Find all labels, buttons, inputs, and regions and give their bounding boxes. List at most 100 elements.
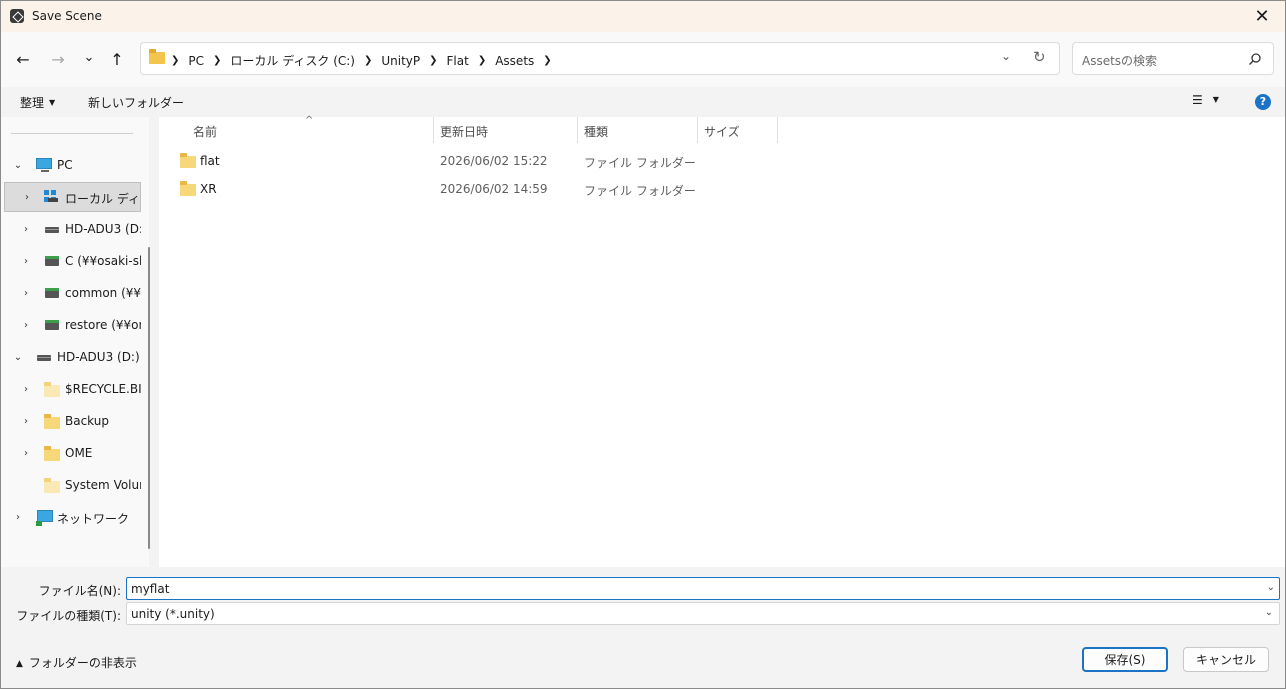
up-button[interactable]: ↑ — [106, 48, 128, 70]
file-list: ^ 名前 更新日時 種類 サイズ flat 2026/06/02 15:22 フ… — [159, 115, 1285, 567]
chevron-right-icon[interactable]: › — [21, 448, 31, 459]
tree-item-hd-adu3[interactable]: › HD-ADU3 (D:) — [1, 214, 141, 244]
tree-item-c-network[interactable]: › C (¥¥osaki-sho — [1, 246, 141, 276]
help-icon[interactable]: ? — [1255, 94, 1271, 110]
tree-item-local-disk[interactable]: › ローカル ディスク — [4, 182, 141, 212]
column-divider[interactable] — [577, 117, 578, 143]
column-header-type[interactable]: 種類 — [584, 123, 608, 140]
network-drive-icon — [45, 320, 59, 330]
breadcrumb-separator-icon[interactable]: ❯ — [213, 55, 221, 66]
file-row[interactable]: XR 2026/06/02 14:59 ファイル フォルダー — [159, 175, 779, 203]
column-divider[interactable] — [697, 117, 698, 143]
tree-item-label: OME — [65, 446, 93, 460]
refresh-icon[interactable]: ↻ — [1033, 48, 1046, 66]
file-row[interactable]: flat 2026/06/02 15:22 ファイル フォルダー — [159, 147, 779, 175]
chevron-down-icon[interactable]: ⌄ — [13, 352, 23, 363]
file-date: 2026/06/02 14:59 — [440, 182, 548, 196]
sort-ascending-icon: ^ — [305, 115, 314, 126]
chevron-right-icon[interactable]: › — [22, 192, 32, 203]
caret-down-icon: ▼ — [49, 98, 56, 107]
hide-folders-label: フォルダーの非表示 — [28, 656, 137, 670]
chevron-down-icon[interactable]: ⌄ — [13, 160, 23, 171]
breadcrumb-separator-icon[interactable]: ❯ — [364, 55, 372, 66]
tree-item-label: C (¥¥osaki-sho — [65, 254, 141, 268]
file-name: XR — [200, 182, 217, 196]
breadcrumb-flat[interactable]: Flat — [447, 54, 469, 68]
chevron-right-icon[interactable]: › — [21, 384, 31, 395]
column-divider[interactable] — [433, 117, 434, 143]
hide-folders-toggle[interactable]: ▲ フォルダーの非表示 — [16, 654, 137, 671]
chevron-right-icon[interactable]: › — [13, 512, 23, 523]
search-icon[interactable] — [1248, 52, 1262, 66]
caret-up-icon: ▲ — [16, 659, 23, 669]
divider — [11, 133, 133, 134]
filetype-select[interactable]: unity (*.unity) ⌄ — [126, 602, 1280, 625]
tree-item-ome[interactable]: › OME — [1, 438, 141, 468]
folder-icon — [44, 382, 60, 397]
forward-button[interactable]: → — [47, 48, 69, 70]
tree-item-hd-adu3-expanded[interactable]: ⌄ HD-ADU3 (D:) — [1, 342, 141, 372]
window-title: Save Scene — [32, 9, 102, 23]
column-divider[interactable] — [777, 117, 778, 143]
filetype-value: unity (*.unity) — [131, 607, 215, 621]
tree-item-label: restore (¥¥ona — [65, 318, 141, 332]
column-header-date[interactable]: 更新日時 — [440, 123, 488, 140]
breadcrumb-local-disk[interactable]: ローカル ディスク (C:) — [230, 52, 355, 69]
file-date: 2026/06/02 15:22 — [440, 154, 548, 168]
filename-input[interactable] — [126, 577, 1280, 600]
breadcrumb-separator-icon[interactable]: ❯ — [543, 55, 551, 66]
breadcrumb: ❯ PC ❯ ローカル ディスク (C:) ❯ UnityP ❯ Flat ❯ … — [171, 52, 561, 69]
organize-button[interactable]: 整理 ▼ — [20, 94, 55, 111]
breadcrumb-separator-icon[interactable]: ❯ — [478, 55, 486, 66]
tree-item-system-volume[interactable]: System Volume — [1, 470, 141, 500]
folder-icon — [149, 49, 165, 64]
view-options-button[interactable]: ☰ ▼ — [1192, 93, 1219, 107]
breadcrumb-separator-icon[interactable]: ❯ — [171, 55, 179, 66]
back-button[interactable]: ← — [12, 48, 34, 70]
chevron-right-icon[interactable]: › — [21, 416, 31, 427]
folder-icon — [44, 478, 60, 493]
tree-item-label: HD-ADU3 (D:) — [57, 350, 140, 364]
breadcrumb-separator-icon[interactable]: ❯ — [429, 55, 437, 66]
breadcrumb-assets[interactable]: Assets — [495, 54, 534, 68]
tree-item-label: PC — [57, 158, 73, 172]
search-input[interactable]: Assetsの検索 — [1072, 42, 1274, 75]
navigation-pane: ⌄ PC › ローカル ディスク › HD-ADU3 (D:) › C (¥¥o… — [1, 117, 149, 567]
address-bar[interactable]: ❯ PC ❯ ローカル ディスク (C:) ❯ UnityP ❯ Flat ❯ … — [140, 42, 1060, 75]
tree-item-label: common (¥¥on — [65, 286, 141, 300]
address-history-dropdown[interactable]: ⌄ — [1001, 49, 1011, 63]
chevron-right-icon[interactable]: › — [21, 224, 31, 235]
new-folder-button[interactable]: 新しいフォルダー — [88, 94, 184, 111]
save-scene-dialog: Save Scene ✕ ← → ⌄ ↑ ❯ PC ❯ ローカル ディスク (C… — [0, 0, 1286, 689]
breadcrumb-pc[interactable]: PC — [188, 54, 204, 68]
chevron-right-icon[interactable]: › — [21, 288, 31, 299]
column-header-size[interactable]: サイズ — [704, 123, 740, 140]
navpane-scrollbar[interactable] — [148, 247, 150, 549]
chevron-right-icon[interactable]: › — [21, 320, 31, 331]
tree-item-network[interactable]: › ネットワーク — [1, 502, 141, 532]
save-button[interactable]: 保存(S) — [1082, 647, 1168, 672]
recent-locations-button[interactable]: ⌄ — [78, 46, 100, 68]
tree-item-label: ネットワーク — [57, 512, 130, 526]
close-button[interactable]: ✕ — [1239, 1, 1285, 32]
tree-item-common[interactable]: › common (¥¥on — [1, 278, 141, 308]
chevron-down-icon: ⌄ — [1264, 607, 1273, 618]
file-name: flat — [200, 154, 220, 168]
list-view-icon: ☰ — [1192, 93, 1203, 107]
tree-item-backup[interactable]: › Backup — [1, 406, 141, 436]
tree-item-recycle-bin[interactable]: › $RECYCLE.BIN — [1, 374, 141, 404]
tree-item-restore[interactable]: › restore (¥¥ona — [1, 310, 141, 340]
tree-item-label: System Volume — [65, 478, 141, 492]
save-fields: ファイル名(N): ⌄ ファイルの種類(T): unity (*.unity) … — [1, 567, 1285, 633]
tree-item-label: Backup — [65, 414, 109, 428]
chevron-right-icon[interactable]: › — [21, 256, 31, 267]
breadcrumb-unityp[interactable]: UnityP — [381, 54, 420, 68]
tree-item-pc[interactable]: ⌄ PC — [1, 150, 141, 180]
unity-app-icon — [10, 9, 24, 23]
tree-item-label: HD-ADU3 (D:) — [65, 222, 141, 236]
folder-icon — [180, 181, 196, 196]
chevron-down-icon[interactable]: ⌄ — [1267, 582, 1275, 593]
folder-icon — [180, 153, 196, 168]
column-header-name[interactable]: 名前 — [193, 123, 217, 140]
cancel-button[interactable]: キャンセル — [1183, 647, 1269, 672]
